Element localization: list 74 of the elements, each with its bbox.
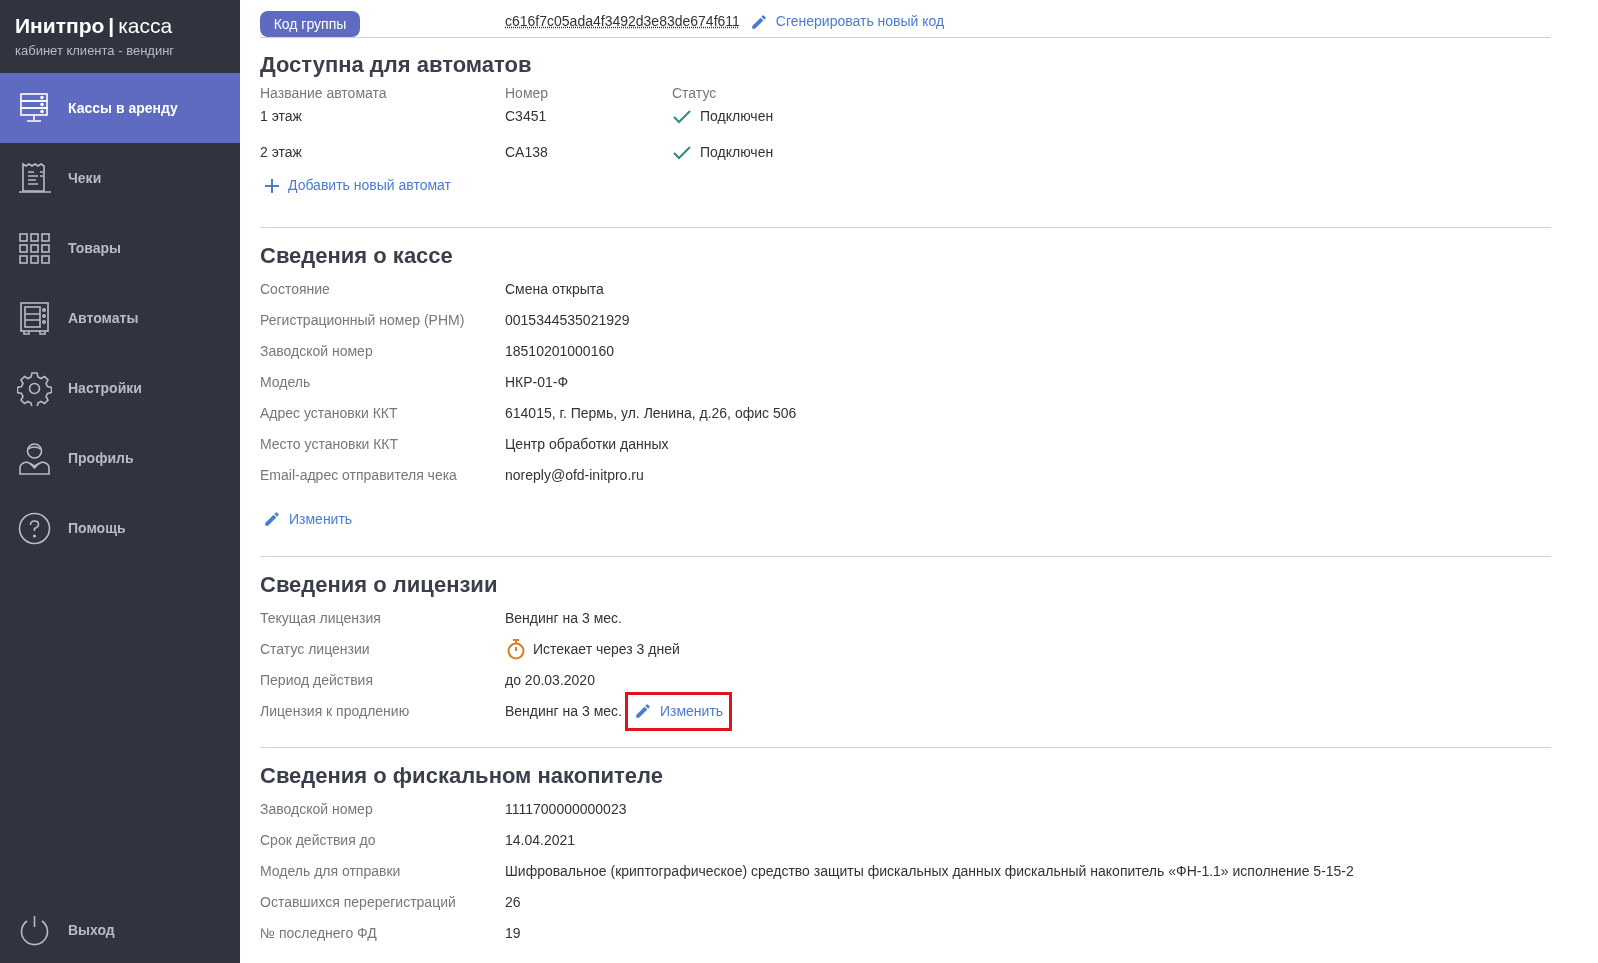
vending-machine-icon — [17, 300, 52, 336]
logo-subtitle: касса — [118, 13, 173, 39]
field-label: Лицензия к продлению — [260, 701, 411, 721]
nav-item[interactable]: Чеки — [0, 143, 240, 213]
field-value: Шифровальное (криптографическое) средство защиты фискальных данных фискальный накопитель «ФН-1.1» исполнение 5-15-2 — [505, 861, 1354, 881]
group-code-badge: Код группы — [260, 11, 360, 37]
user-icon — [17, 440, 52, 476]
pencil-icon — [263, 510, 281, 528]
field-value: 19 — [505, 923, 521, 943]
machine-name: 1 этаж — [260, 106, 303, 126]
column-header: Статус — [672, 83, 717, 103]
field-label: Заводской номер — [260, 799, 374, 819]
logo-separator: | — [108, 13, 115, 39]
field-value: Центр обработки данных — [505, 434, 669, 454]
grid-icon — [17, 230, 52, 266]
machine-status: Подключен — [700, 142, 774, 162]
cabinet-caption: кабинет клиента - вендинг — [15, 42, 176, 60]
field-label: Модель — [260, 372, 312, 392]
nav-item[interactable]: Кассы в аренду — [0, 73, 240, 143]
add-machine-link[interactable]: Добавить новый автомат — [264, 175, 451, 196]
field-value: 1111700000000023 — [505, 799, 627, 819]
stopwatch-icon — [505, 638, 527, 660]
field-value: Смена открыта — [505, 279, 604, 299]
group-code: c616f7c05ada4f3492d3e83de674f611 — [505, 12, 740, 31]
field-value: НКР-01-Ф — [505, 372, 569, 392]
field-value: 0015344535021929 — [505, 310, 630, 330]
settings-icon — [17, 370, 52, 406]
nav-item[interactable]: Помощь — [0, 493, 240, 563]
field-label: Место установки ККТ — [260, 434, 400, 454]
generate-code-link[interactable]: Сгенерировать новый код — [749, 11, 945, 32]
field-label: Текущая лицензия — [260, 608, 382, 628]
plus-icon — [264, 177, 280, 194]
field-value: noreply@ofd-initpro.ru — [505, 465, 644, 485]
field-value: Вендинг на 3 мес. — [505, 608, 622, 628]
field-value: 26 — [505, 892, 521, 912]
machine-name: 2 этаж — [260, 142, 303, 162]
column-header: Номер — [505, 83, 550, 103]
field-label: Адрес установки ККТ — [260, 403, 399, 423]
nav-item[interactable]: Автоматы — [0, 283, 240, 353]
field-label: Срок действия до — [260, 830, 377, 850]
logout-item[interactable]: Выход — [0, 900, 240, 960]
section-title: Сведения о кассе — [260, 241, 454, 270]
field-label: Период действия — [260, 670, 375, 690]
help-icon — [17, 510, 52, 546]
field-value: 18510201000160 — [505, 341, 614, 361]
field-label: Заводской номер — [260, 341, 374, 361]
machine-status: Подключен — [700, 106, 774, 126]
logo-title: Инитпро — [15, 13, 105, 39]
pencil-icon — [633, 702, 652, 720]
field-value: 614015, г. Пермь, ул. Ленина, д.26, офис 506 — [505, 403, 797, 423]
section-title: Сведения о лицензии — [260, 570, 499, 599]
section-title: Сведения о фискальном накопителе — [260, 761, 664, 790]
field-label: Email-адрес отправителя чека — [260, 465, 458, 485]
change-license-link[interactable]: Изменить — [624, 691, 733, 731]
field-label: Состояние — [260, 279, 331, 299]
field-label: Статус лицензии — [260, 639, 371, 659]
field-label: Регистрационный номер (РНМ) — [260, 310, 466, 330]
field-label: Оставшихся перерегистраций — [260, 892, 457, 912]
nav-item[interactable]: Профиль — [0, 423, 240, 493]
field-value: Истекает через 3 дней — [533, 639, 680, 659]
field-label: № последнего ФД — [260, 923, 378, 943]
nav-item[interactable]: Настройки — [0, 353, 240, 423]
field-value: 14.04.2021 — [505, 830, 576, 850]
receipt-icon — [17, 160, 52, 196]
machine-number: C3451 — [505, 106, 548, 126]
column-header: Название автомата — [260, 83, 388, 103]
nav-item[interactable]: Товары — [0, 213, 240, 283]
pencil-icon — [749, 12, 768, 31]
field-value: Вендинг на 3 мес. — [505, 701, 622, 721]
section-title: Доступна для автоматов — [260, 51, 533, 79]
field-value: до 20.03.2020 — [505, 670, 595, 690]
machine-number: CA138 — [505, 142, 549, 162]
edit-link[interactable]: Изменить — [263, 508, 353, 530]
field-label: Модель для отправки — [260, 861, 402, 881]
